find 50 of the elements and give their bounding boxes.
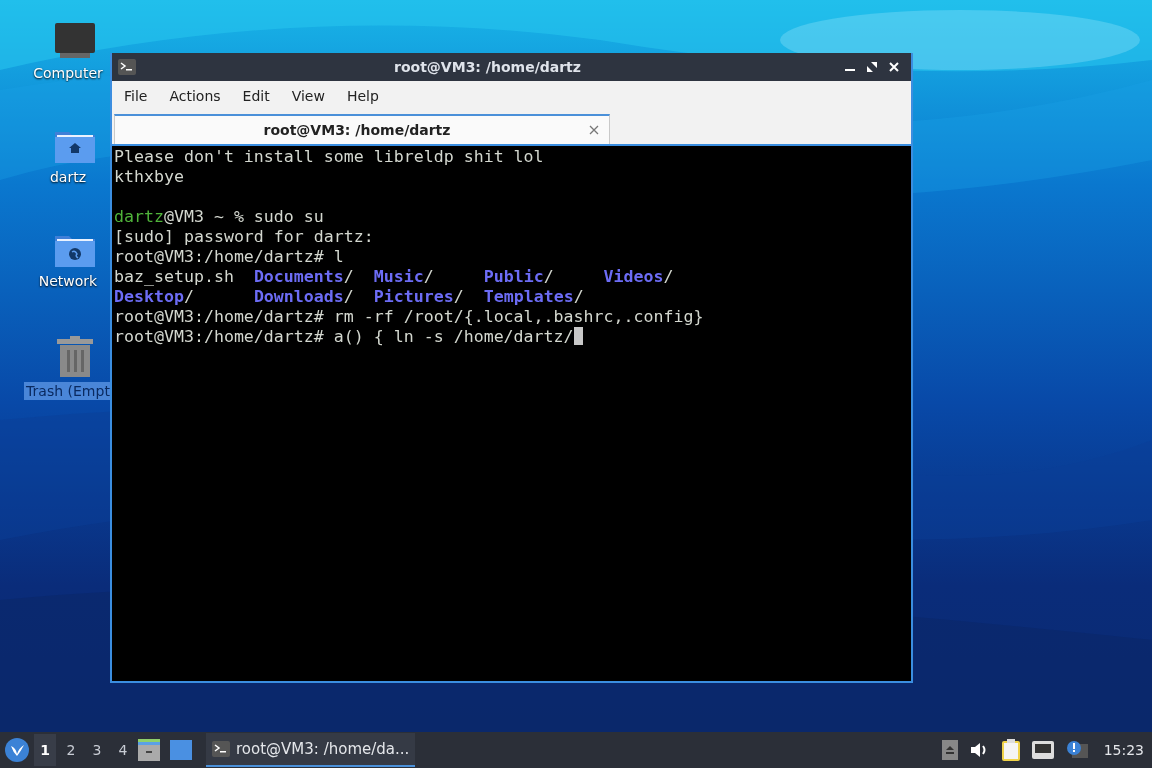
desktop-icon-label[interactable]: dartz	[47, 168, 89, 186]
workspace-button[interactable]: 3	[86, 734, 108, 766]
terminal-text: dartz	[114, 207, 164, 226]
tab-label: root@VM3: /home/dartz	[262, 122, 452, 138]
terminal-text: [sudo] password for dartz:	[114, 227, 374, 246]
terminal-text: root@VM3:/home/dartz# l	[114, 247, 344, 266]
workspace-button[interactable]: 2	[60, 734, 82, 766]
clock: 15:23	[1103, 742, 1144, 758]
menu-item[interactable]: Help	[338, 84, 387, 108]
menu-item[interactable]: View	[283, 84, 333, 108]
window-title: root@VM3: /home/dartz	[393, 59, 582, 75]
terminal-output[interactable]	[112, 144, 911, 681]
terminal-text: /	[453, 287, 465, 306]
desktop-icon-label[interactable]: Trash (Empt	[24, 382, 112, 400]
terminal-text: /	[343, 267, 355, 286]
terminal-text: /	[663, 267, 674, 286]
terminal-text: /	[573, 287, 584, 306]
menu-item[interactable]: Edit	[234, 84, 278, 108]
terminal-text: Pictures	[373, 287, 454, 306]
terminal-text: Templates	[483, 287, 574, 306]
terminal-text: @VM3 ~ % sudo su	[163, 207, 324, 226]
terminal-text: root@VM3:/home/dartz# a() { ln -s /home/dartz/	[114, 327, 574, 346]
terminal-text: Videos	[603, 267, 664, 286]
terminal-text: /	[183, 287, 195, 306]
terminal-tab[interactable]: root@VM3: /home/dartz	[114, 114, 610, 144]
menu-item[interactable]: Actions	[161, 84, 229, 108]
terminal-text: kthxbye	[114, 167, 184, 186]
terminal-text: Desktop	[114, 287, 184, 306]
monitor-icon	[54, 22, 96, 60]
terminal-text: Music	[373, 267, 424, 286]
terminal-text: /	[423, 267, 435, 286]
terminal-text: Documents	[253, 267, 344, 286]
terminal-text: Please don't install some libreldp shit lol	[114, 147, 544, 166]
workspace-button[interactable]: 1	[34, 734, 56, 766]
maximize-icon[interactable]	[867, 62, 877, 72]
terminal-icon	[212, 741, 230, 757]
terminal-text: Public	[483, 267, 544, 286]
menu-item[interactable]: File	[116, 84, 156, 108]
terminal-text: baz_setup.sh	[114, 267, 235, 286]
task-button[interactable]: root@VM3: /home/da...	[206, 733, 416, 767]
terminal-text: /	[543, 267, 555, 286]
file-cabinet-icon[interactable]	[138, 739, 160, 761]
app-menu-icon[interactable]	[4, 737, 30, 763]
trash-icon	[56, 336, 94, 378]
terminal-text: root@VM3:/home/dartz# rm -rf /root/{.local,.bashrc,.config}	[114, 307, 704, 326]
terminal-text: Downloads	[253, 287, 344, 306]
desktop-icon-label[interactable]: Network	[36, 272, 100, 290]
workspace-button[interactable]: 4	[112, 734, 134, 766]
terminal-text: /	[343, 287, 355, 306]
terminal-icon	[118, 59, 136, 75]
